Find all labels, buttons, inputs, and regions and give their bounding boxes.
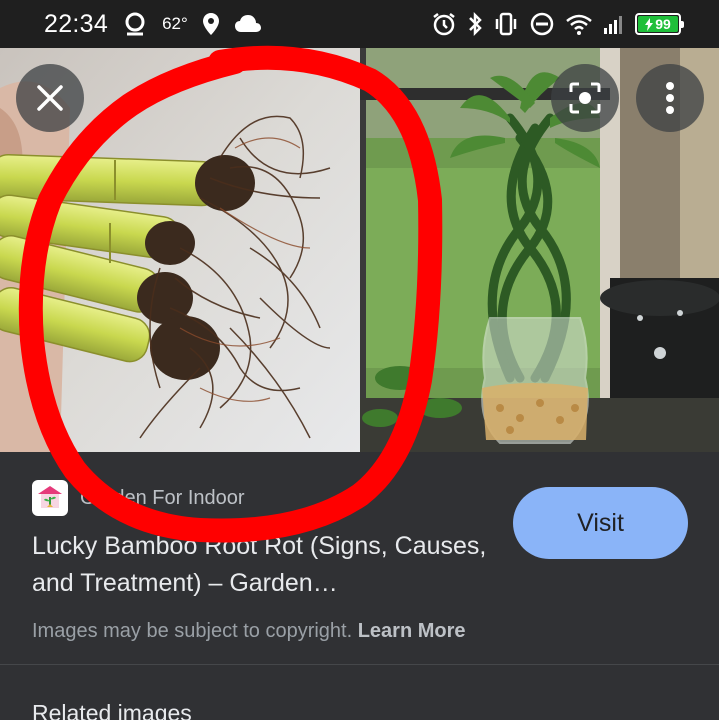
cloud-icon [234, 14, 262, 34]
status-time: 22:34 [44, 9, 109, 38]
location-pin-icon [202, 12, 220, 36]
visit-button[interactable]: Visit [513, 487, 688, 559]
wifi-icon [565, 12, 593, 36]
alarm-icon [431, 11, 457, 37]
more-vert-icon [666, 82, 674, 114]
result-info-panel: Garden For Indoor Lucky Bamboo Root Rot … [0, 452, 719, 720]
plant-logo-icon [38, 486, 62, 508]
source-favicon [32, 480, 68, 516]
lens-button[interactable] [551, 64, 619, 132]
close-button[interactable] [16, 64, 84, 132]
result-title[interactable]: Lucky Bamboo Root Rot (Signs, Causes, an… [32, 528, 492, 602]
copyright-notice: Images may be subject to copyright. Lear… [32, 620, 466, 643]
close-icon [37, 85, 63, 111]
lens-icon [569, 82, 601, 114]
learn-more-link[interactable]: Learn More [358, 620, 466, 642]
more-options-button[interactable] [636, 64, 704, 132]
do-not-disturb-icon [529, 11, 555, 37]
bluetooth-icon [467, 11, 483, 37]
signal-icon [603, 13, 625, 35]
copyright-text: Images may be subject to copyright. [32, 620, 353, 642]
battery-charging-icon: 99 [635, 13, 684, 35]
divider [0, 664, 719, 665]
source-name: Garden For Indoor [80, 486, 245, 509]
vibrate-icon [493, 11, 519, 37]
timer-person-icon [122, 11, 148, 37]
battery-percent: 99 [655, 16, 671, 32]
status-bar: 22:34 62° 99 [0, 0, 719, 48]
related-images-heading: Related images [32, 700, 192, 720]
source-row[interactable]: Garden For Indoor [32, 480, 245, 516]
temperature: 62° [162, 14, 188, 33]
image-preview[interactable] [0, 48, 719, 452]
